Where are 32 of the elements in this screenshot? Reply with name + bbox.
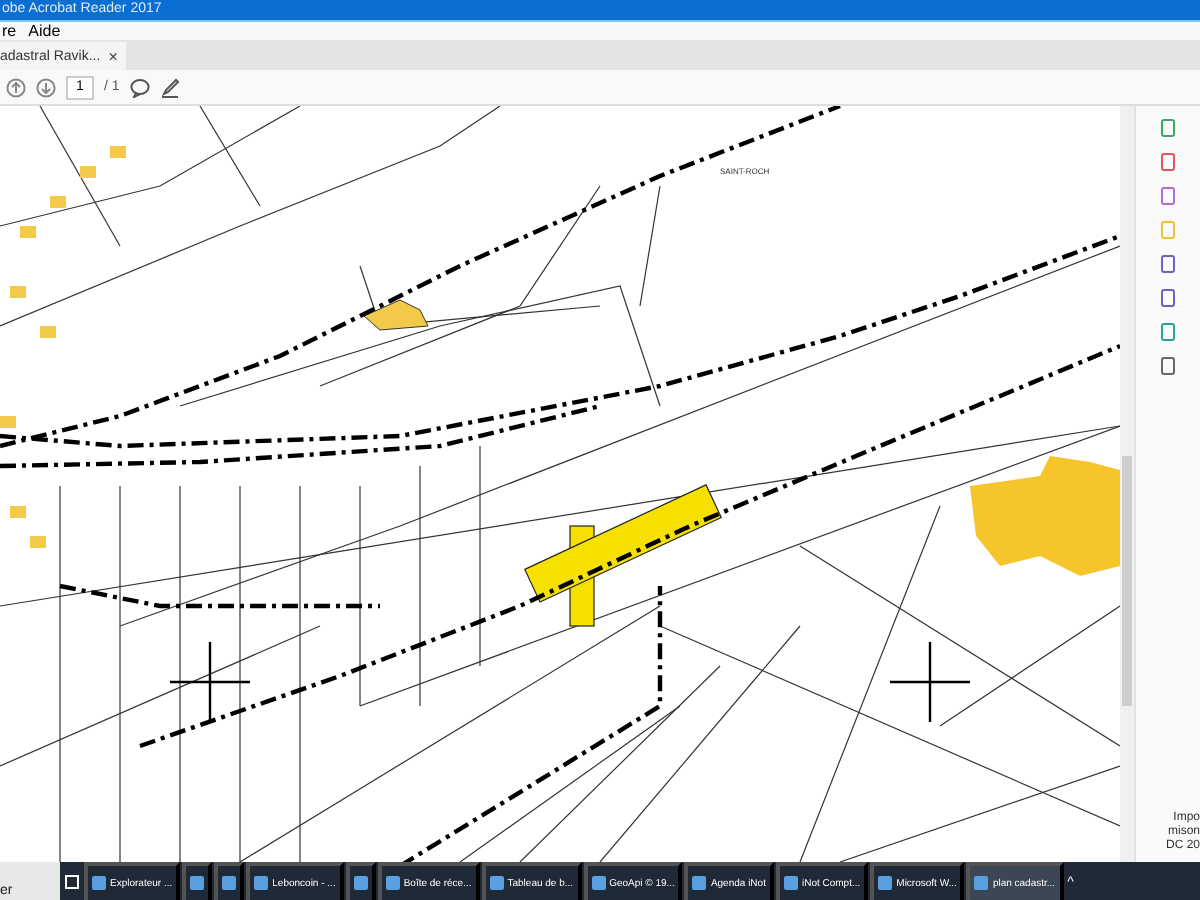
close-tab-button[interactable]: × xyxy=(108,47,118,65)
taskbar-app-button[interactable] xyxy=(345,862,376,900)
menu-item[interactable]: Aide xyxy=(28,22,61,40)
app-icon xyxy=(591,876,606,890)
task-view-icon[interactable] xyxy=(62,872,82,892)
app-icon xyxy=(92,876,106,890)
app-icon xyxy=(783,876,798,890)
app-icon xyxy=(878,876,893,890)
pen-icon[interactable] xyxy=(159,77,180,97)
app-icon xyxy=(222,876,237,890)
tool-icon[interactable] xyxy=(1157,254,1178,274)
taskbar-app-button[interactable] xyxy=(214,862,245,900)
comment-icon[interactable] xyxy=(129,77,150,97)
previous-page-icon[interactable] xyxy=(6,77,26,97)
app-icon xyxy=(692,876,707,890)
taskbar-app-button[interactable] xyxy=(182,862,213,900)
tool-icon[interactable] xyxy=(1157,118,1178,138)
scrollbar-thumb[interactable] xyxy=(1122,456,1132,706)
tool-icon[interactable] xyxy=(1157,152,1178,172)
tool-icon[interactable] xyxy=(1157,322,1178,342)
app-icon xyxy=(489,876,504,890)
tool-icon[interactable] xyxy=(1157,186,1178,206)
app-icon xyxy=(385,876,400,890)
tool-icon[interactable] xyxy=(1157,356,1178,376)
menu-item[interactable]: re xyxy=(2,22,17,40)
next-page-icon[interactable] xyxy=(36,77,56,97)
app-icon xyxy=(353,876,368,890)
tool-icon[interactable] xyxy=(1157,288,1178,308)
app-icon xyxy=(974,876,989,890)
scrollbar[interactable] xyxy=(1120,106,1134,862)
app-icon xyxy=(190,876,205,890)
app-icon xyxy=(254,876,269,890)
